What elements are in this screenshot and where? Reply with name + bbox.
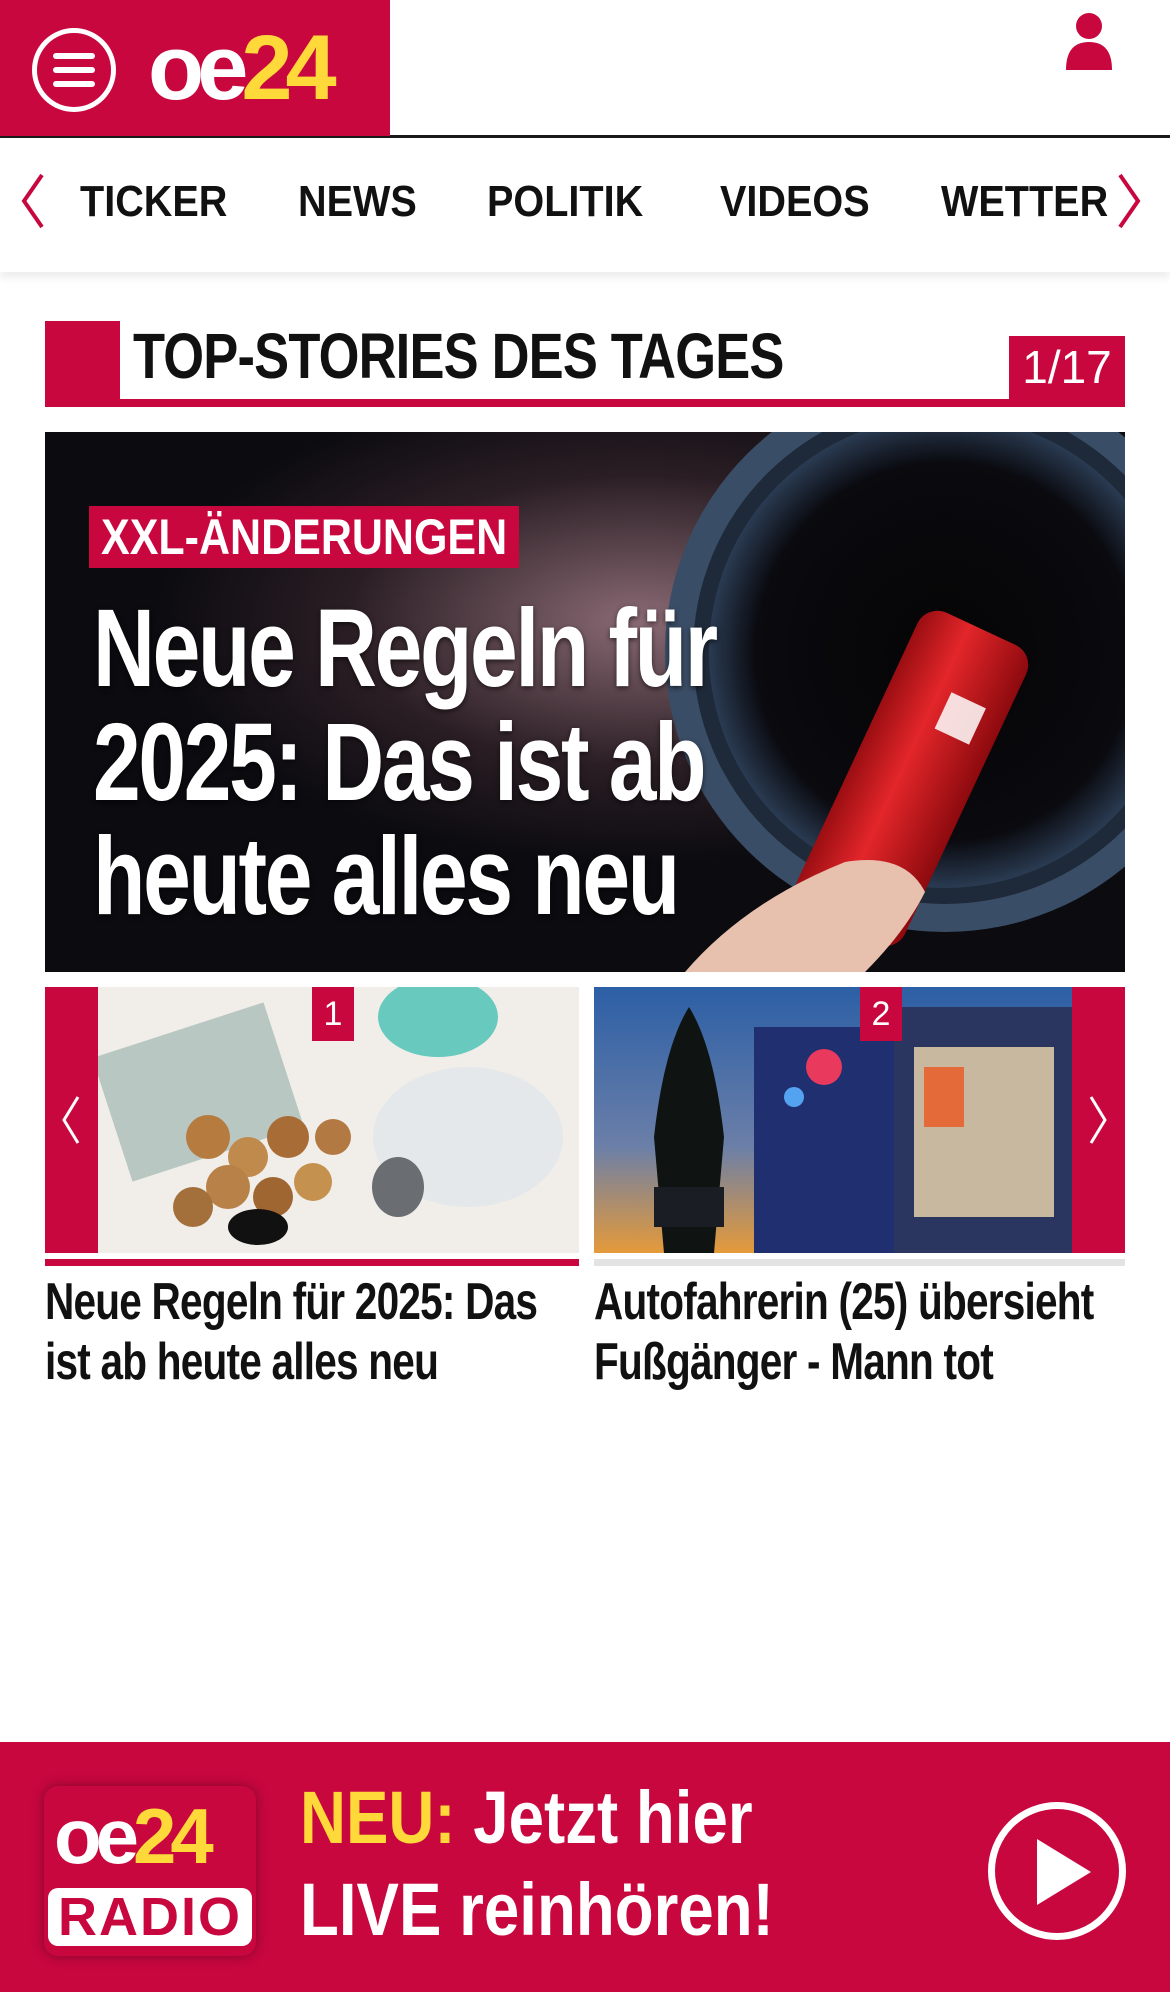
thumbnail-number: 1 (312, 987, 354, 1041)
radio-cta-line1: NEU: Jetzt hier (300, 1772, 774, 1864)
hamburger-icon (53, 53, 95, 59)
logo-text-oe: oe (148, 17, 248, 119)
hamburger-icon-bar (53, 81, 95, 87)
nav-item-news[interactable]: NEWS (298, 177, 417, 227)
nav-item-politik[interactable]: POLITIK (487, 177, 643, 227)
nav-item-wetter[interactable]: WETTER (941, 177, 1108, 227)
slide-counter: 1/17 (1009, 336, 1125, 399)
section-marker (45, 321, 120, 407)
section-header: TOP-STORIES DES TAGES 1/17 (45, 321, 1125, 409)
radio-neu-label: NEU: (300, 1776, 456, 1859)
radio-logo-24: 24 (133, 1792, 214, 1880)
play-icon (1037, 1839, 1091, 1905)
radio-play-button[interactable] (988, 1802, 1126, 1940)
user-icon[interactable] (1064, 12, 1114, 70)
carousel-thumbnail-1[interactable]: 1 (98, 987, 579, 1253)
carousel-thumbnail-2[interactable]: 2 (594, 987, 1072, 1253)
hamburger-icon-bar (53, 67, 95, 73)
hamburger-menu-button[interactable] (32, 28, 116, 112)
chevron-right-icon[interactable] (1112, 171, 1146, 231)
radio-cta-line1-rest: Jetzt hier (455, 1776, 753, 1859)
active-indicator (45, 1259, 579, 1266)
brand-block: oe24 (0, 0, 390, 136)
category-nav: TICKER NEWS POLITIK VIDEOS WETTER (0, 139, 1170, 272)
radio-cta-line2: LIVE reinhören! (300, 1868, 774, 1951)
radio-logo-label: RADIO (48, 1888, 252, 1946)
radio-banner[interactable]: oe24 RADIO NEU: Jetzt hier LIVE reinhöre… (0, 1742, 1170, 1992)
nav-item-videos[interactable]: VIDEOS (720, 177, 870, 227)
story-carousel: 1 2 (45, 987, 1125, 1267)
hero-headline[interactable]: Neue Regeln für 2025: Das ist ab heute a… (93, 592, 811, 934)
radio-cta-text: NEU: Jetzt hier LIVE reinhören! (300, 1772, 774, 1956)
carousel-item-title[interactable]: Autofahrerin (25) übersieht Fußgänger - … (594, 1272, 1132, 1392)
carousel-item-title[interactable]: Neue Regeln für 2025: Das ist ab heute a… (45, 1272, 583, 1392)
thumbnail-image (594, 987, 1072, 1253)
chevron-left-icon[interactable] (16, 171, 50, 231)
site-logo[interactable]: oe24 (148, 17, 337, 119)
nav-item-ticker[interactable]: TICKER (80, 177, 227, 227)
chevron-left-icon (62, 1096, 80, 1144)
section-title: TOP-STORIES DES TAGES (133, 320, 784, 392)
radio-logo: oe24 RADIO (44, 1786, 256, 1956)
carousel-prev-button[interactable] (45, 987, 98, 1253)
inactive-indicator (594, 1259, 1125, 1266)
radio-logo-oe: oe (54, 1792, 139, 1880)
logo-text-24: 24 (241, 17, 336, 119)
section-underline (45, 399, 1125, 407)
carousel-next-button[interactable] (1072, 987, 1125, 1253)
hero-kicker: XXL-ÄNDERUNGEN (89, 506, 520, 568)
hero-story[interactable]: XXL-ÄNDERUNGEN Neue Regeln für 2025: Das… (45, 432, 1125, 972)
radio-logo-text: oe24 (54, 1792, 214, 1880)
thumbnail-number: 2 (860, 987, 902, 1041)
chevron-right-icon (1089, 1096, 1107, 1144)
site-header: oe24 (0, 0, 1170, 138)
